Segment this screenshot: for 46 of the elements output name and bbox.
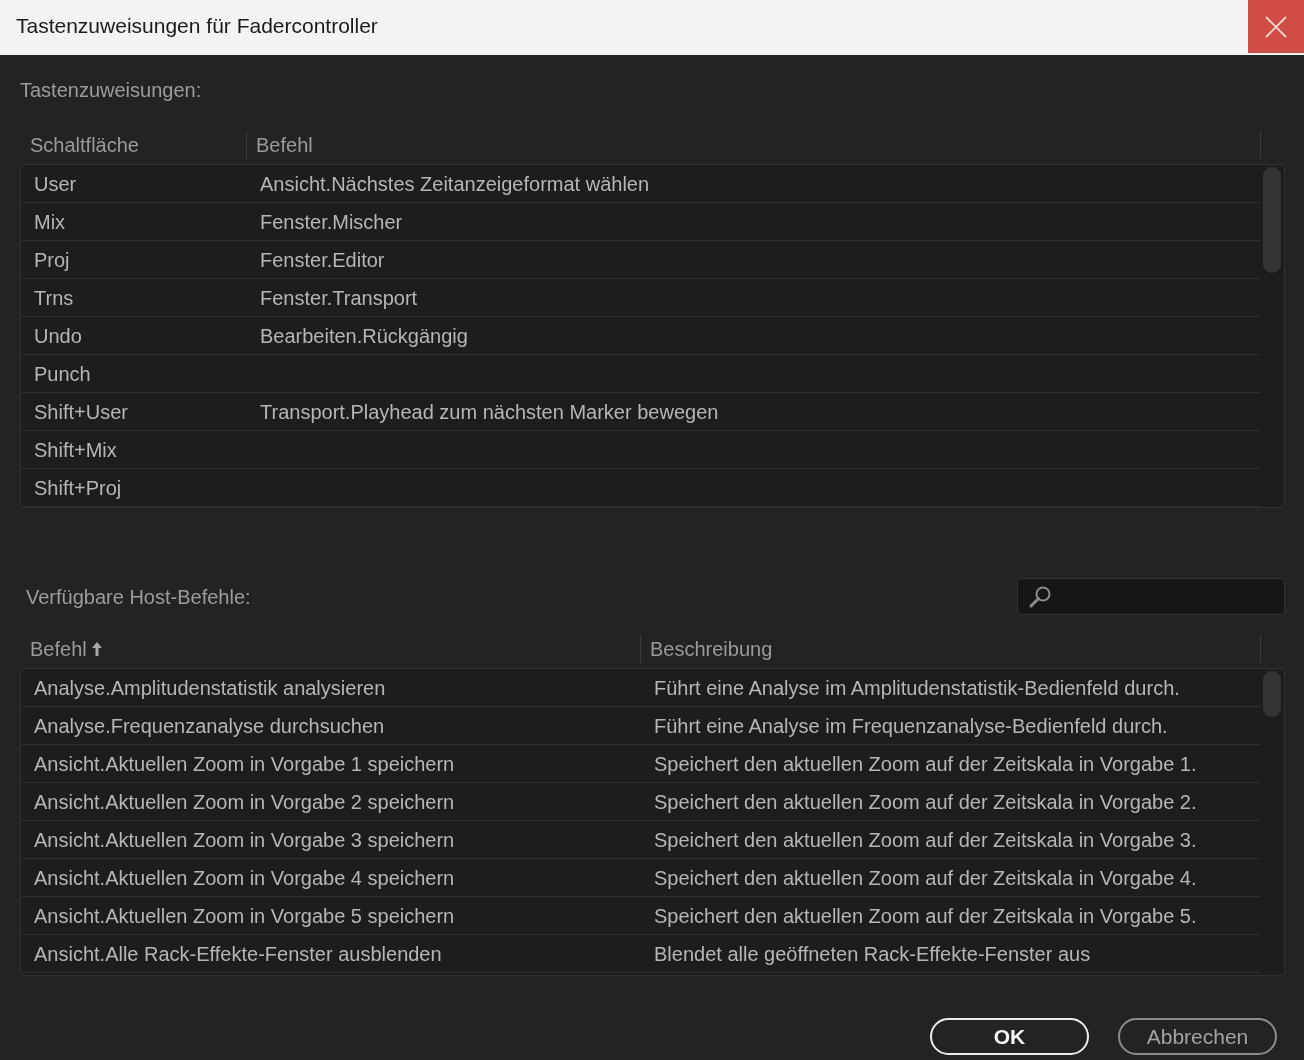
table-cell: Shift+Proj [34, 476, 122, 499]
window-title: Tastenzuweisungen für Fadercontroller [16, 13, 378, 40]
table-cell: Shift+User [34, 400, 128, 423]
table-cell: Ansicht.Aktuellen Zoom in Vorgabe 2 speichern [34, 790, 455, 813]
table-cell: Fenster.Transport [260, 286, 418, 309]
column-header[interactable]: Beschreibung [650, 634, 773, 664]
close-button[interactable] [1248, 0, 1304, 53]
table-cell: Ansicht.Aktuellen Zoom in Vorgabe 1 speichern [34, 752, 455, 775]
dialog-button[interactable]: Abbrechen [1118, 1018, 1277, 1055]
table-cell: Fenster.Mischer [260, 210, 403, 233]
table-cell: Führt eine Analyse im Frequenzanalyse-Bedienfeld durch. [654, 714, 1168, 737]
table-cell: Speichert den aktuellen Zoom auf der Zeitskala in Vorgabe 1. [654, 752, 1197, 775]
table-cell: Speichert den aktuellen Zoom auf der Zeitskala in Vorgabe 4. [654, 866, 1197, 889]
column-header[interactable]: Befehl [256, 130, 313, 160]
table-cell: Transport.Playhead zum nächsten Marker bewegen [260, 400, 719, 423]
table-cell: Speichert den aktuellen Zoom auf der Zeitskala in Vorgabe 5. [654, 904, 1197, 927]
table-cell: Mix [34, 210, 66, 233]
table-cell: Proj [34, 248, 70, 271]
table-cell: Shift+Mix [34, 438, 117, 461]
table-cell: Ansicht.Aktuellen Zoom in Vorgabe 3 speichern [34, 828, 455, 851]
column-header[interactable]: Befehl [30, 634, 103, 664]
table-cell: Trns [34, 286, 74, 309]
table-cell: Ansicht.Aktuellen Zoom in Vorgabe 4 speichern [34, 866, 455, 889]
table-cell: Ansicht.Alle Rack-Effekte-Fenster ausblenden [34, 942, 442, 965]
search-field[interactable] [1017, 578, 1285, 615]
table-cell: Speichert den aktuellen Zoom auf der Zeitskala in Vorgabe 3. [654, 828, 1197, 851]
section-label: Verfügbare Host-Befehle: [25, 584, 251, 610]
close-icon [1265, 15, 1287, 38]
table-cell: Punch [34, 362, 91, 385]
table-cell: Analyse.Amplitudenstatistik analysieren [34, 676, 386, 699]
table-cell: Undo [34, 324, 82, 347]
table-cell: Blendet alle geöffneten Rack-Effekte-Fenster aus [654, 942, 1091, 965]
dialog-button[interactable]: OK [930, 1018, 1089, 1055]
table-cell: User [34, 172, 77, 195]
table-cell: Bearbeiten.Rückgängig [260, 324, 468, 347]
section-label: Tastenzuweisungen: [20, 78, 202, 102]
search-icon [1028, 584, 1052, 609]
column-header[interactable]: Schaltfläche [30, 130, 139, 160]
table-cell: Ansicht.Aktuellen Zoom in Vorgabe 5 speichern [34, 904, 455, 927]
table-cell: Führt eine Analyse im Amplitudenstatistik-Bedienfeld durch. [654, 676, 1180, 699]
scrollbar-thumb[interactable] [1263, 167, 1281, 273]
table-cell: Fenster.Editor [260, 248, 385, 271]
table-cell: Ansicht.Nächstes Zeitanzeigeformat wählen [260, 172, 650, 195]
table-cell: Speichert den aktuellen Zoom auf der Zeitskala in Vorgabe 2. [654, 790, 1197, 813]
scrollbar-thumb[interactable] [1263, 671, 1281, 717]
table-cell: Analyse.Frequenzanalyse durchsuchen [34, 714, 385, 737]
